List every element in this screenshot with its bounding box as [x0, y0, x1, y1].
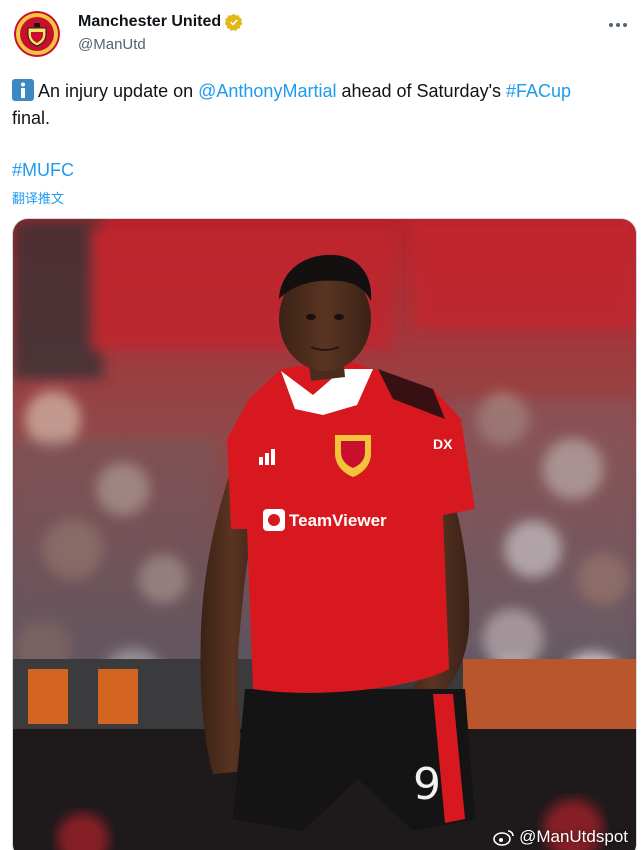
tweet-card[interactable]: Manchester United @ManUtd An injury upda…	[0, 0, 643, 850]
tweet-media[interactable]: 9 TeamViewer DX @ManUtdspot	[12, 218, 637, 850]
avatar[interactable]	[14, 11, 60, 57]
handle[interactable]: @ManUtd	[78, 36, 146, 53]
more-options-icon[interactable]	[607, 14, 629, 36]
man-utd-crest-icon	[14, 11, 60, 57]
player-photo: 9 TeamViewer DX	[13, 219, 636, 850]
tweet-text-middle: ahead of Saturday's	[336, 81, 507, 101]
hashtag-line: #MUFC	[12, 157, 74, 184]
mention-link[interactable]: @AnthonyMartial	[198, 81, 336, 101]
hashtag-facup-link[interactable]: #FACup	[506, 81, 571, 101]
weibo-icon	[493, 830, 514, 846]
verified-badge-icon[interactable]	[225, 13, 243, 31]
name-row: Manchester United	[78, 13, 243, 31]
tweet-text: An injury update on @AnthonyMartial ahea…	[12, 78, 632, 132]
translate-tweet-link[interactable]: 翻译推文	[12, 188, 64, 207]
information-icon	[12, 79, 34, 101]
tweet-text-before: An injury update on	[38, 81, 199, 101]
tweet-header: Manchester United @ManUtd	[0, 0, 643, 66]
svg-text:DX: DX	[433, 436, 453, 452]
tweet-text-after: final.	[12, 108, 51, 128]
shirt-sponsor-text: TeamViewer	[289, 511, 387, 530]
hashtag-mufc-link[interactable]: #MUFC	[12, 160, 74, 180]
watermark: @ManUtdspot	[493, 827, 628, 847]
watermark-text: @ManUtdspot	[519, 827, 628, 846]
svg-text:9: 9	[413, 759, 441, 810]
display-name[interactable]: Manchester United	[78, 13, 221, 31]
